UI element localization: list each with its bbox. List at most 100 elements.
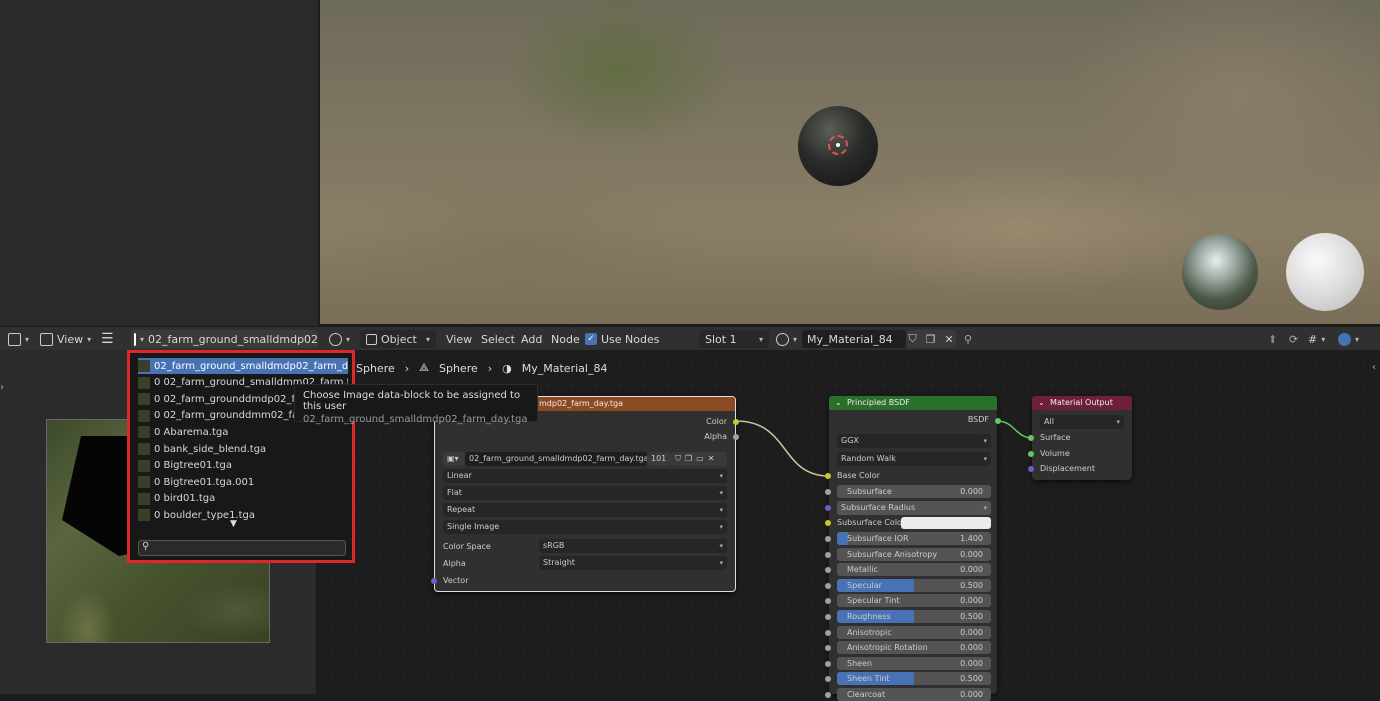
color-space-select[interactable]: sRGB ▾ xyxy=(539,539,727,553)
bsdf-output-socket[interactable] xyxy=(995,418,1001,424)
slider-input-socket[interactable] xyxy=(825,551,831,558)
shader-type-button[interactable]: ▾ xyxy=(329,330,350,348)
bsdf-slider[interactable]: Subsurface Anisotropy 0.000 xyxy=(837,547,991,561)
interpolation-select[interactable]: Linear ▾ xyxy=(443,469,727,483)
slider-input-socket[interactable] xyxy=(825,582,831,589)
popup-item[interactable]: 0 bird01.tga xyxy=(138,491,348,507)
popup-search-input[interactable]: ⚲ xyxy=(138,540,346,556)
shader-icon xyxy=(329,332,342,346)
output-alpha-label: Alpha xyxy=(704,432,727,441)
use-nodes-checkbox[interactable]: ✓ Use Nodes xyxy=(585,330,660,348)
image-texture-node[interactable]: mdp02_farm_day.tga Color Alpha ▣▾ 02_far… xyxy=(431,396,739,592)
bsdf-slider[interactable]: Specular Tint 0.000 xyxy=(837,594,991,608)
slider-label: Roughness xyxy=(847,612,891,621)
bsdf-slider[interactable]: Subsurface IOR 1.400 xyxy=(837,532,991,545)
slider-input-socket[interactable] xyxy=(825,614,831,620)
output-node-title[interactable]: ⌄ Material Output xyxy=(1032,396,1132,410)
volume-input-socket[interactable] xyxy=(1028,451,1034,457)
displacement-input-socket[interactable] xyxy=(1028,466,1034,472)
popup-item[interactable]: 0 boulder_type1.tga xyxy=(138,507,348,523)
slider-value: 0.000 xyxy=(960,643,983,653)
subsurface-radius-socket[interactable] xyxy=(825,505,831,511)
bsdf-slider[interactable]: Anisotropic Rotation 0.000 xyxy=(837,641,991,655)
image-browse-popup[interactable]: 02_farm_ground_smalldmdp02_farm_da... 0 0… xyxy=(127,350,355,563)
image-browse-mini[interactable]: ▣▾ xyxy=(443,452,465,466)
collapse-chevron-icon[interactable]: ⌄ xyxy=(1038,396,1045,410)
breadcrumb-material: My_Material_84 xyxy=(521,361,608,375)
duplicate-icon[interactable]: ❐ xyxy=(926,333,936,346)
object-mode-select[interactable]: Object ▾ xyxy=(360,330,436,348)
popup-item[interactable]: 0 Abarema.tga xyxy=(138,424,348,440)
collapse-chevron-icon[interactable]: ⌄ xyxy=(835,396,842,410)
slider-value: 0.000 xyxy=(960,487,983,496)
panel-expand-arrow-icon[interactable]: › xyxy=(0,382,4,393)
subsurface-color-socket[interactable] xyxy=(825,520,831,526)
popup-item[interactable]: 0 Bigtree01.tga xyxy=(138,458,348,474)
menu-add[interactable]: Add xyxy=(521,330,542,348)
alpha-output-socket[interactable] xyxy=(733,434,739,440)
overlays-button[interactable]: ▾ xyxy=(1338,330,1359,348)
material-browse-button[interactable]: ▾ xyxy=(776,330,797,348)
slider-input-socket[interactable] xyxy=(825,629,831,636)
menu-view[interactable]: View xyxy=(446,330,472,348)
subsurface-slider[interactable]: Subsurface 0.000 xyxy=(837,485,991,498)
bsdf-slider[interactable]: Sheen 0.000 xyxy=(837,656,991,670)
distribution-select[interactable]: GGX ▾ xyxy=(837,434,991,448)
bsdf-node-title[interactable]: ⌄ Principled BSDF xyxy=(829,396,997,410)
bsdf-slider[interactable]: Metallic 0.000 xyxy=(837,563,991,577)
surface-input-socket[interactable] xyxy=(1028,435,1034,441)
color-output-socket[interactable] xyxy=(733,419,739,425)
slider-input-socket[interactable] xyxy=(825,536,831,542)
subsurface-color-swatch[interactable] xyxy=(901,517,991,529)
parent-node-tree-icon[interactable]: ⬆ xyxy=(1268,330,1277,348)
image-actions[interactable]: ⛉❐▭✕ xyxy=(671,452,727,466)
bsdf-slider[interactable]: Clearcoat 0.000 xyxy=(837,688,991,701)
projection-select[interactable]: Flat ▾ xyxy=(443,486,727,500)
texture-image-field[interactable]: 02_farm_ground_smalldmdp02_farm_day.tga xyxy=(465,452,647,466)
subsurface-socket[interactable] xyxy=(825,489,831,495)
principled-bsdf-node[interactable]: ⌄ Principled BSDF BSDF GGX ▾ Random Walk ▾… xyxy=(825,396,1001,701)
users-count[interactable]: 101 xyxy=(647,452,671,466)
alpha-mode-label: Alpha xyxy=(443,559,466,568)
slot-select[interactable]: Slot 1 ▾ xyxy=(699,330,769,348)
slider-input-socket[interactable] xyxy=(825,567,831,574)
popup-item[interactable]: 02_farm_ground_smalldmdp02_farm_da... xyxy=(138,358,348,374)
base-color-socket[interactable] xyxy=(825,473,831,479)
slider-input-socket[interactable] xyxy=(825,692,831,698)
snapping-grid-icon[interactable]: # ▾ xyxy=(1308,330,1325,348)
3d-viewport[interactable] xyxy=(320,0,1380,324)
slider-input-socket[interactable] xyxy=(825,598,831,605)
editor-type-button[interactable]: ▾ xyxy=(8,330,29,348)
fake-user-shield-icon[interactable]: ⛉ xyxy=(908,332,916,346)
snap-icon[interactable]: ⟳ xyxy=(1289,330,1298,348)
bsdf-slider[interactable]: Sheen Tint 0.500 xyxy=(837,672,991,686)
material-name-field[interactable]: My_Material_84 xyxy=(802,330,906,348)
output-target-select[interactable]: All ▾ xyxy=(1040,415,1124,429)
subsurface-radius-select[interactable]: Subsurface Radius ▾ xyxy=(837,501,991,515)
subsurface-method-select[interactable]: Random Walk ▾ xyxy=(837,452,991,466)
image-browse-dropdown[interactable]: ▾ 02_farm_ground_smalldmdp02_farr xyxy=(131,330,318,348)
material-output-node[interactable]: ⌄ Material Output All ▾ Surface Volume Di… xyxy=(1028,396,1132,480)
chevron-right-icon: › xyxy=(404,361,410,375)
vector-input-socket[interactable] xyxy=(431,578,437,584)
pin-icon[interactable]: ⚲ xyxy=(964,330,972,348)
source-select[interactable]: Single Image ▾ xyxy=(443,520,727,534)
bsdf-slider[interactable]: Roughness 0.500 xyxy=(837,610,991,623)
scroll-down-icon[interactable]: ▼ xyxy=(230,519,237,529)
popup-item[interactable]: 0 Bigtree01.tga.001 xyxy=(138,474,348,490)
image-view-menu[interactable]: View ▾ xyxy=(40,330,91,348)
slider-input-socket[interactable] xyxy=(825,660,831,667)
slider-input-socket[interactable] xyxy=(825,676,831,683)
menu-node[interactable]: Node xyxy=(551,330,580,348)
bsdf-slider[interactable]: Specular 0.500 xyxy=(837,578,991,592)
slider-label: Subsurface xyxy=(847,487,892,496)
slider-input-socket[interactable] xyxy=(825,645,831,652)
menu-select[interactable]: Select xyxy=(481,330,515,348)
sidebar-toggle-arrow-icon[interactable]: ‹ xyxy=(1372,362,1376,373)
popup-item[interactable]: 0 bank_side_blend.tga xyxy=(138,441,348,457)
close-icon[interactable]: ✕ xyxy=(944,333,953,346)
extension-select[interactable]: Repeat ▾ xyxy=(443,503,727,517)
hamburger-menu-icon[interactable]: ☰ xyxy=(101,330,114,348)
bsdf-slider[interactable]: Anisotropic 0.000 xyxy=(837,625,991,639)
alpha-mode-select[interactable]: Straight ▾ xyxy=(539,556,727,570)
